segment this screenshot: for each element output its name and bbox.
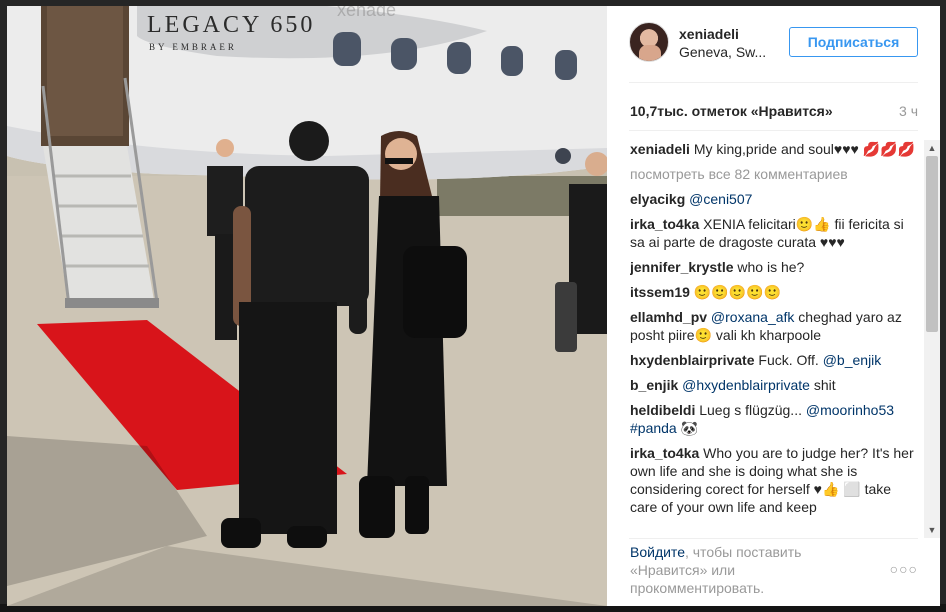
comment: irka_to4ka Who you are to judge her? It'… bbox=[630, 444, 920, 516]
comments-list: xeniadeli My king,pride and soul♥♥♥ 💋💋💋 … bbox=[630, 140, 920, 538]
login-link[interactable]: Войдите bbox=[630, 544, 685, 560]
comment-user[interactable]: irka_to4ka bbox=[630, 216, 699, 232]
comment-user[interactable]: itssem19 bbox=[630, 284, 690, 300]
comment-user[interactable]: hxydenblairprivate bbox=[630, 352, 755, 368]
comment-user[interactable]: elyacikg bbox=[630, 191, 685, 207]
photo-watermark: xenade bbox=[337, 6, 396, 20]
comment-container: elyacikg @ceni507 irka_to4ka XENIA felic… bbox=[630, 190, 920, 516]
divider bbox=[629, 82, 918, 83]
scroll-up-arrow-icon[interactable]: ▲ bbox=[924, 140, 940, 156]
post-panel: xeniadeli Geneva, Sw... Подписаться 10,7… bbox=[607, 6, 940, 606]
post-photo-illustration: LEGACY 650 BY EMBRAER xenade bbox=[7, 6, 607, 606]
jet-brand-text: LEGACY 650 bbox=[147, 12, 315, 38]
comment-mention[interactable]: @ceni507 bbox=[689, 191, 752, 207]
comment-text: Lueg s flügzüg... bbox=[699, 402, 802, 418]
scroll-down-arrow-icon[interactable]: ▼ bbox=[924, 522, 940, 538]
divider bbox=[629, 538, 918, 539]
comment-mention[interactable]: @hxydenblairprivate bbox=[682, 377, 810, 393]
login-prompt: Войдите, чтобы поставить «Нравится» или … bbox=[630, 543, 860, 597]
post-time[interactable]: 3 ч bbox=[899, 103, 918, 119]
caption-text: My king,pride and soul♥♥♥ 💋💋💋 bbox=[693, 141, 916, 157]
more-options-icon[interactable]: ○○○ bbox=[890, 561, 918, 577]
likes-count[interactable]: 10,7тыс. отметок «Нравится» bbox=[630, 103, 833, 119]
comment: irka_to4ka XENIA felicitari🙂👍 fii ferici… bbox=[630, 215, 920, 251]
comment-user[interactable]: b_enjik bbox=[630, 377, 678, 393]
comment-user[interactable]: ellamhd_pv bbox=[630, 309, 707, 325]
divider bbox=[629, 130, 918, 131]
comment-text: 🙂🙂🙂🙂🙂 bbox=[693, 284, 781, 300]
caption-user[interactable]: xeniadeli bbox=[630, 141, 690, 157]
username-link[interactable]: xeniadeli bbox=[679, 26, 739, 42]
comment: elyacikg @ceni507 bbox=[630, 190, 920, 208]
comment-mention[interactable]: @roxana_afk bbox=[711, 309, 794, 325]
post-photo[interactable]: LEGACY 650 BY EMBRAER xenade bbox=[7, 6, 607, 606]
comment-text: shit bbox=[813, 377, 836, 393]
comment: ellamhd_pv @roxana_afk cheghad yaro az p… bbox=[630, 308, 920, 344]
comment: b_enjik @hxydenblairprivate shit bbox=[630, 376, 920, 394]
comment-mention[interactable]: @b_enjik bbox=[823, 352, 882, 368]
comment-user[interactable]: irka_to4ka bbox=[630, 445, 699, 461]
caption: xeniadeli My king,pride and soul♥♥♥ 💋💋💋 bbox=[630, 140, 920, 158]
comment-text: who is he? bbox=[737, 259, 805, 275]
location-link[interactable]: Geneva, Sw... bbox=[679, 44, 766, 60]
comments-scrollbar[interactable]: ▲ ▼ bbox=[924, 140, 940, 538]
comment-user[interactable]: jennifer_krystle bbox=[630, 259, 734, 275]
comment: heldibeldi Lueg s flügzüg... @moorinho53… bbox=[630, 401, 920, 437]
comment: jennifer_krystle who is he? bbox=[630, 258, 920, 276]
scroll-thumb[interactable] bbox=[926, 156, 938, 332]
post-header: xeniadeli Geneva, Sw... Подписаться bbox=[607, 6, 940, 82]
view-all-comments-link[interactable]: посмотреть все 82 комментариев bbox=[630, 165, 920, 183]
comment-user[interactable]: heldibeldi bbox=[630, 402, 695, 418]
avatar[interactable] bbox=[629, 22, 669, 62]
jet-sub-text: BY EMBRAER bbox=[149, 42, 237, 52]
comment-text: Fuck. Off. bbox=[758, 352, 819, 368]
follow-button[interactable]: Подписаться bbox=[789, 27, 918, 57]
comment: hxydenblairprivate Fuck. Off. @b_enjik bbox=[630, 351, 920, 369]
comment: itssem19 🙂🙂🙂🙂🙂 bbox=[630, 283, 920, 301]
